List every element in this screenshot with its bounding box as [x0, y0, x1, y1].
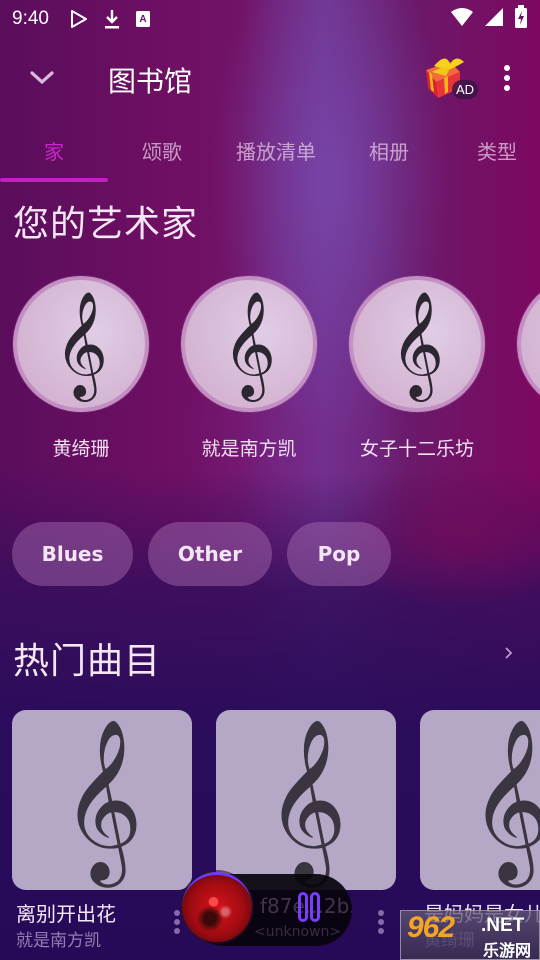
mini-player-artwork [182, 872, 252, 942]
tab-home[interactable]: 家 [44, 136, 64, 165]
track-artwork: 𝄞 [216, 710, 396, 890]
treble-clef-icon: 𝄞 [53, 290, 109, 397]
track-title: 离别开出花 [16, 902, 116, 926]
artist-avatar: 𝄞 [13, 276, 149, 412]
more-vert-dot [174, 919, 180, 925]
track-artist: 就是南方凯 [16, 931, 101, 951]
pause-icon-bar [310, 892, 320, 922]
artist-item[interactable]: 𝄞 就是南方凯 [181, 276, 317, 461]
keyboard-a-icon: A [135, 10, 151, 28]
more-vert-icon [174, 910, 180, 916]
svg-text:A: A [139, 14, 146, 25]
tab-bar: 家 颂歌 播放清单 相册 类型 [0, 122, 540, 182]
download-icon [103, 8, 121, 30]
treble-clef-icon: 𝄞 [221, 290, 277, 397]
battery-charging-icon [514, 5, 528, 33]
mini-player-subtitle: <unknown> [254, 924, 342, 940]
track-card[interactable]: 𝄞 离别开出花 就是南方凯 [12, 710, 192, 951]
ad-badge: AD [452, 80, 479, 99]
watermark: 962 .NET 乐游网 [400, 910, 540, 960]
more-vert-icon [504, 65, 510, 71]
more-options-button[interactable] [496, 60, 518, 96]
watermark-cn: 乐游网 [483, 941, 532, 960]
track-more-button[interactable] [378, 910, 384, 934]
chevron-down-icon [30, 71, 54, 85]
track-card[interactable]: 𝄞 是妈妈是女儿 黄绮珊 [420, 710, 540, 951]
artist-item[interactable]: 𝄞 黄绮珊 [13, 276, 149, 461]
treble-clef-icon: 𝄞 [468, 718, 540, 881]
treble-clef-icon: 𝄞 [389, 290, 445, 397]
pause-button[interactable] [298, 892, 320, 922]
artist-item[interactable]: 𝄞 女子十二乐坊 [349, 276, 485, 461]
artist-name: 就是南方凯 [201, 438, 297, 460]
tab-albums[interactable]: 相册 [369, 136, 409, 165]
status-time: 9:40 [12, 8, 49, 29]
mini-player[interactable]: f87e...2b... <unknown> [182, 872, 352, 946]
page-title: 图书馆 [108, 65, 193, 98]
play-store-icon [69, 8, 89, 30]
pause-icon [298, 892, 308, 922]
artist-avatar: 𝄞 [349, 276, 485, 412]
treble-clef-icon: 𝄞 [60, 718, 144, 881]
track-card[interactable]: 𝄞 [216, 710, 396, 934]
artist-avatar [517, 276, 540, 412]
tab-songs[interactable]: 颂歌 [142, 136, 182, 165]
more-vert-dot [504, 75, 510, 81]
track-artwork: 𝄞 [420, 710, 540, 890]
top-tracks-section-title: 热门曲目 [13, 641, 162, 682]
artists-section-title: 您的艺术家 [13, 204, 199, 245]
tab-playlists[interactable]: 播放清单 [236, 136, 316, 165]
treble-clef-icon: 𝄞 [264, 718, 348, 881]
genre-chip-other[interactable]: Other [148, 522, 272, 586]
more-vert-dot [174, 928, 180, 934]
artist-name: 女子十二乐坊 [359, 438, 474, 460]
artist-item-partial[interactable] [517, 276, 540, 412]
wifi-icon [450, 7, 474, 31]
more-vert-dot [504, 85, 510, 91]
tab-indicator [0, 178, 108, 182]
artist-name: 黄绮珊 [52, 438, 110, 460]
watermark-number: 962 [407, 911, 455, 944]
tab-genres[interactable]: 类型 [477, 136, 517, 165]
genre-chip-pop[interactable]: Pop [287, 522, 391, 586]
more-vert-icon [378, 910, 384, 916]
watermark-suffix: .NET [481, 915, 525, 936]
track-artwork: 𝄞 [12, 710, 192, 890]
collapse-button[interactable] [26, 62, 58, 94]
app-bar: 图书馆 AD [0, 46, 540, 110]
signal-icon [484, 7, 504, 31]
more-vert-dot [378, 919, 384, 925]
ad-gift-button[interactable]: AD [420, 52, 480, 104]
status-bar: 9:40 A [0, 0, 540, 38]
chevron-right-icon [505, 647, 513, 659]
artist-avatar: 𝄞 [181, 276, 317, 412]
track-more-button[interactable] [174, 910, 180, 934]
see-more-button[interactable] [504, 642, 514, 666]
genre-chip-blues[interactable]: Blues [12, 522, 133, 586]
more-vert-dot [378, 928, 384, 934]
